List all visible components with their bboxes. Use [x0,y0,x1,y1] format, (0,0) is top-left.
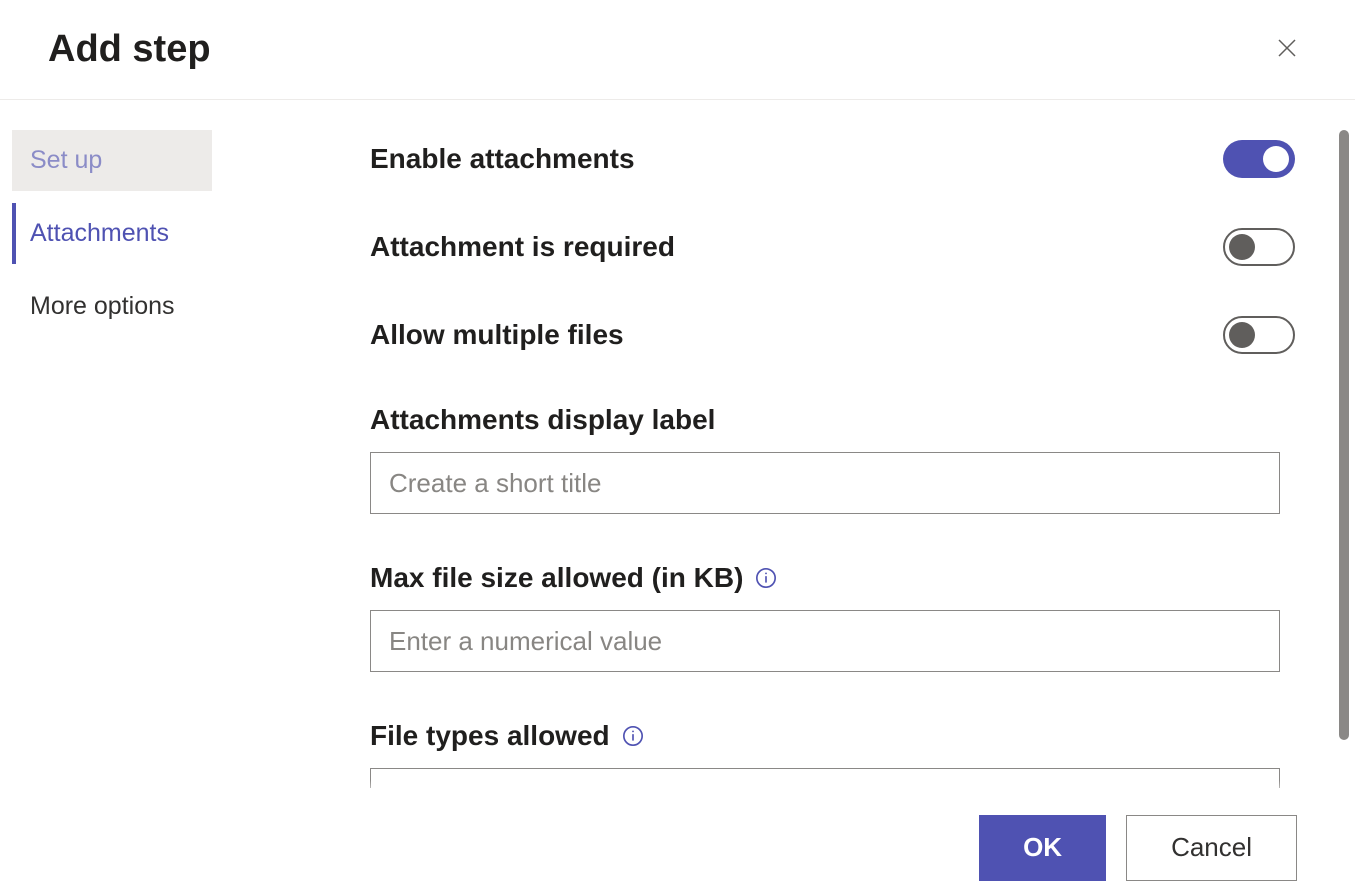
toggle-allow-multiple[interactable] [1223,316,1295,354]
chevron-down-icon [1239,787,1261,788]
sidebar-item-attachments[interactable]: Attachments [12,203,260,264]
info-icon[interactable] [755,567,777,589]
close-button[interactable] [1267,28,1307,71]
file-types-select[interactable]: All file types [370,768,1280,788]
field-file-types: File types allowed All file types [370,720,1295,788]
setting-allow-multiple: Allow multiple files [370,316,1295,354]
field-display-label: Attachments display label [370,404,1295,514]
dialog-footer: OK Cancel [0,800,1355,895]
setting-label: Allow multiple files [370,319,624,351]
info-icon[interactable] [622,725,644,747]
toggle-attachment-required[interactable] [1223,228,1295,266]
field-label-text: Max file size allowed (in KB) [370,562,743,594]
toggle-knob [1229,322,1255,348]
display-label-input[interactable] [370,452,1280,514]
sidebar-item-label: Set up [30,146,102,174]
sidebar: Set up Attachments More options [0,100,260,788]
field-label: Attachments display label [370,404,1295,436]
setting-enable-attachments: Enable attachments [370,140,1295,178]
setting-label: Enable attachments [370,143,635,175]
field-label: Max file size allowed (in KB) [370,562,1295,594]
field-label-text: Attachments display label [370,404,715,436]
ok-button[interactable]: OK [979,815,1106,881]
sidebar-item-setup[interactable]: Set up [12,130,212,191]
close-icon [1275,36,1299,60]
sidebar-item-label: Attachments [30,219,169,247]
cancel-button[interactable]: Cancel [1126,815,1297,881]
sidebar-item-more-options[interactable]: More options [12,276,260,337]
sidebar-item-label: More options [30,292,175,320]
field-label: File types allowed [370,720,1295,752]
dialog-header: Add step [0,0,1355,100]
toggle-knob [1263,146,1289,172]
field-label-text: File types allowed [370,720,610,752]
dialog-title: Add step [48,28,211,71]
setting-attachment-required: Attachment is required [370,228,1295,266]
main-panel: Enable attachments Attachment is require… [260,100,1355,788]
field-max-size: Max file size allowed (in KB) [370,562,1295,672]
scrollbar[interactable] [1339,130,1349,740]
max-size-input[interactable] [370,610,1280,672]
toggle-knob [1229,234,1255,260]
setting-label: Attachment is required [370,231,675,263]
toggle-enable-attachments[interactable] [1223,140,1295,178]
